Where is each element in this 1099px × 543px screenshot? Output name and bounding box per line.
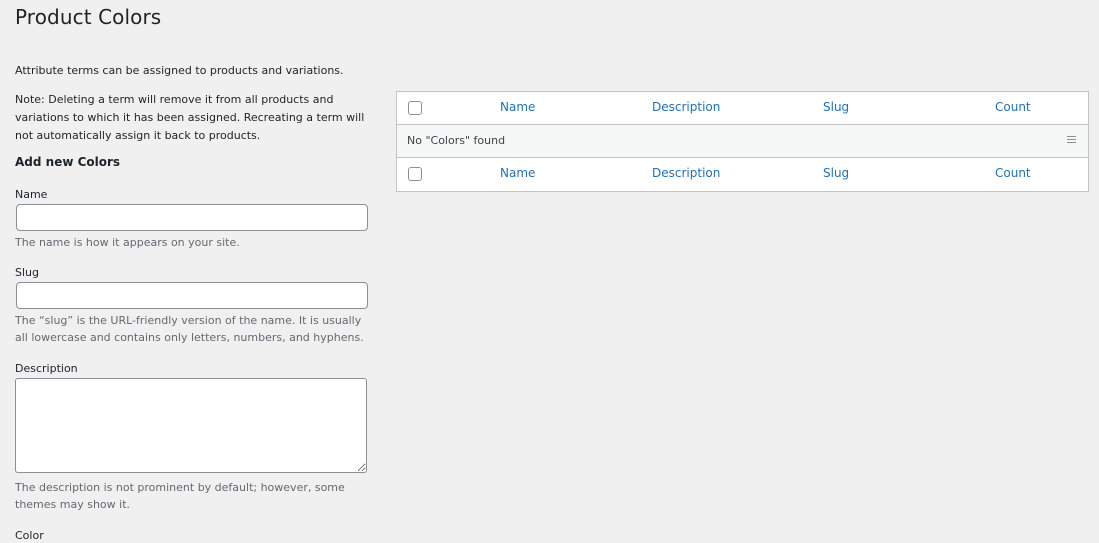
column-description[interactable]: Description — [652, 100, 720, 114]
column-name[interactable]: Name — [500, 100, 535, 114]
name-input[interactable] — [16, 204, 368, 231]
select-all-checkbox[interactable] — [408, 101, 422, 115]
empty-message: No "Colors" found — [407, 134, 506, 147]
column-slug[interactable]: Slug — [823, 100, 849, 114]
name-help: The name is how it appears on your site. — [15, 236, 240, 249]
column-slug-footer[interactable]: Slug — [823, 166, 849, 180]
column-count[interactable]: Count — [995, 100, 1031, 114]
terms-table: Name Description Slug Count No "Colors" … — [396, 91, 1089, 192]
table-footer-row: Name Description Slug Count — [397, 158, 1088, 191]
description-help: The description is not prominent by defa… — [15, 481, 345, 511]
column-name-footer[interactable]: Name — [500, 166, 535, 180]
table-header-row: Name Description Slug Count — [397, 92, 1088, 125]
slug-input[interactable] — [16, 282, 368, 309]
description-label: Description — [15, 362, 78, 375]
page-title: Product Colors — [15, 5, 162, 29]
color-label: Color — [15, 529, 44, 542]
form-title: Add new Colors — [15, 155, 121, 169]
column-count-footer[interactable]: Count — [995, 166, 1031, 180]
select-all-checkbox-footer[interactable] — [408, 167, 422, 181]
name-label: Name — [15, 188, 48, 201]
slug-label: Slug — [15, 266, 39, 279]
intro-note: Note: Deleting a term will remove it fro… — [15, 93, 365, 142]
add-term-panel: Attribute terms can be assigned to produ… — [15, 62, 385, 542]
empty-row: No "Colors" found — [397, 125, 1088, 158]
menu-icon[interactable] — [1067, 136, 1076, 144]
slug-help: The “slug” is the URL-friendly version o… — [15, 314, 364, 344]
column-description-footer[interactable]: Description — [652, 166, 720, 180]
page: Product Colors Attribute terms can be as… — [0, 0, 1099, 543]
intro-text: Attribute terms can be assigned to produ… — [15, 64, 344, 77]
description-textarea[interactable] — [15, 378, 367, 473]
